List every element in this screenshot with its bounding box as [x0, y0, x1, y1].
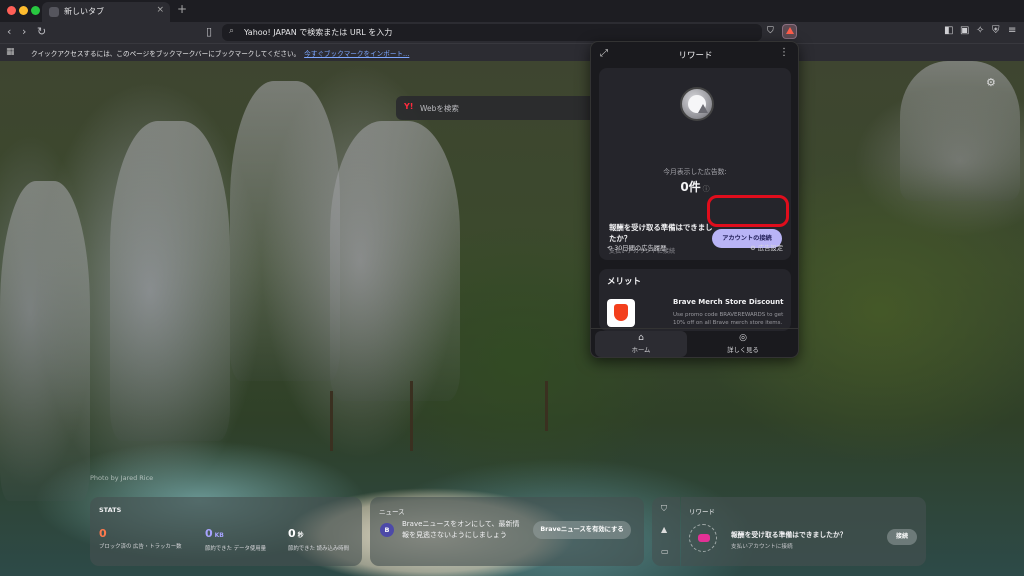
stat-saved-unit: KB: [214, 532, 224, 539]
ads-card-footer: ⟲ 30日間の広告履歴 ⚙ 広告設定: [599, 241, 791, 261]
news-promo-text: Braveニュースをオンにして、最新情報を見逃さないようにしましょう: [402, 520, 520, 539]
toolbar: ‹ › ↻ ▯ ⌕ Yahoo! JAPAN で検索または URL を入力: [0, 22, 1024, 43]
vpn-icon[interactable]: ⛨: [992, 25, 1000, 36]
ad-settings-label: 広告設定: [757, 245, 783, 252]
rewards-widget-title: リワード: [689, 508, 715, 516]
stat-saved-label: 節約できた データ使用量: [205, 546, 267, 552]
palm-tree-shape: [330, 391, 333, 451]
nav-home-label: ホーム: [631, 347, 651, 354]
brave-shields-icon[interactable]: ⛉: [767, 26, 774, 36]
benefits-card: メリット Brave Merch Store Discount Use prom…: [599, 269, 791, 331]
info-icon[interactable]: ⓘ: [703, 185, 710, 193]
stat-saved-time: 0秒 節約できた 読み込み時間: [288, 527, 350, 553]
rewards-panel-nav: ⌂ ホーム ◎ 詳しく見る: [591, 328, 798, 358]
stat-time-label: 節約できた 読み込み時間: [288, 546, 350, 552]
ad-history-label: 30日間の広告履歴: [614, 245, 667, 252]
menu-icon[interactable]: ≡: [1008, 25, 1016, 36]
compass-icon: ◎: [739, 333, 747, 343]
brave-favicon-icon: [49, 7, 59, 17]
wallet-icon[interactable]: ▣: [960, 25, 969, 36]
web-search-box[interactable]: Y! Webを検索: [396, 96, 592, 120]
nav-home-tab[interactable]: ⌂ ホーム: [595, 331, 687, 357]
more-options-icon[interactable]: ⋮: [779, 47, 789, 58]
stats-widget: STATS 0 ブロック済の 広告・トラッカー数 0 KB 節約できた データ使用…: [90, 497, 362, 566]
back-icon[interactable]: ‹: [7, 25, 11, 39]
rewards-widget-text: 報酬を受け取る準備はできましたか？: [731, 531, 847, 539]
widget-switcher: ⛉ ▲ ▭: [652, 497, 680, 566]
cliff-shape: [900, 61, 1020, 201]
tab-strip: 新しいタブ × +: [0, 0, 1024, 22]
cliff-shape: [110, 121, 230, 441]
rewards-connect-button[interactable]: 接続: [887, 529, 917, 545]
news-title: ニュース: [379, 508, 405, 516]
web-search-placeholder: Webを検索: [420, 104, 459, 113]
leo-ai-icon[interactable]: ✧: [976, 25, 984, 36]
stat-blocked: 0 ブロック済の 広告・トラッカー数: [99, 527, 182, 551]
highlight-annotation: [707, 195, 789, 227]
stat-saved-data: 0 KB 節約できた データ使用量: [205, 527, 267, 553]
stats-title: STATS: [99, 506, 122, 514]
benefits-title: メリット: [607, 277, 642, 287]
merch-offer-description: Use promo code BRAVEREWARDS to get 10% o…: [673, 312, 784, 326]
enable-news-button[interactable]: Braveニュースを有効にする: [533, 521, 631, 539]
brave-news-badge-icon: B: [380, 523, 394, 537]
rewards-toolbar-button[interactable]: [782, 24, 797, 39]
stat-time-value: 0: [288, 527, 296, 540]
bookmark-icon[interactable]: ▯: [206, 25, 212, 39]
merch-offer-title[interactable]: Brave Merch Store Discount: [673, 298, 783, 306]
cliff-shape: [0, 181, 90, 501]
tab-close-icon[interactable]: ×: [156, 5, 164, 15]
stat-saved-value: 0: [205, 527, 213, 540]
ad-settings-link[interactable]: ⚙ 広告設定: [750, 243, 783, 252]
bat-logo-icon: [680, 87, 714, 121]
cliff-shape: [230, 81, 340, 381]
search-icon: ⌕: [229, 26, 235, 36]
minimize-window-button[interactable]: [19, 6, 28, 15]
nav-explore-label: 詳しく見る: [727, 347, 759, 354]
close-window-button[interactable]: [7, 6, 16, 15]
tab-title: 新しいタブ: [64, 7, 104, 16]
forward-icon[interactable]: ›: [22, 25, 26, 39]
rewards-widget-subtext: 支払いアカウントに接続: [731, 544, 793, 550]
ads-summary-card: 今月表示した広告数: 0件 ⓘ 報酬を受け取る準備はできましたか？ 支払いアカウン…: [599, 68, 791, 260]
stat-time-unit: 秒: [297, 532, 304, 539]
ads-count: 0件 ⓘ: [599, 178, 791, 195]
nav-explore-tab[interactable]: ◎ 詳しく見る: [697, 331, 789, 357]
stat-blocked-value: 0: [99, 527, 107, 540]
apps-grid-icon[interactable]: ▦: [6, 47, 15, 57]
news-widget: ニュース B Braveニュースをオンにして、最新情報を見逃さないようにしましょ…: [370, 497, 644, 566]
ads-count-value: 0件: [680, 180, 701, 194]
import-bookmarks-link[interactable]: 今すぐブックマークをインポート...: [304, 50, 409, 58]
bookmark-bar: ▦ クイックアクセスするには、このページをブックマークバーにブックマークしてくだ…: [0, 43, 1024, 61]
brave-lion-icon: [607, 299, 635, 327]
bookmark-hint-text: クイックアクセスするには、このページをブックマークバーにブックマークしてください…: [31, 50, 301, 58]
yahoo-logo-icon: Y!: [404, 102, 414, 111]
customize-gear-icon[interactable]: ⚙: [986, 76, 996, 89]
zoom-window-button[interactable]: [31, 6, 40, 15]
tab-new-tab[interactable]: 新しいタブ ×: [42, 2, 170, 22]
new-tab-button[interactable]: +: [177, 2, 187, 16]
palm-tree-shape: [545, 381, 548, 431]
palm-tree-shape: [410, 381, 413, 451]
reload-icon[interactable]: ↻: [37, 25, 46, 39]
rewards-orb-icon: [689, 524, 717, 552]
bookmark-hint: クイックアクセスするには、このページをブックマークバーにブックマークしてください…: [31, 48, 409, 58]
sidebar-icon[interactable]: ◧: [944, 25, 953, 36]
photo-credit[interactable]: Photo by Jared Rice: [90, 474, 153, 482]
address-bar[interactable]: ⌕ Yahoo! JAPAN で検索または URL を入力: [222, 24, 762, 41]
ads-label: 今月表示した広告数:: [663, 168, 727, 176]
cliff-shape: [330, 121, 460, 401]
rewards-panel-title: リワード: [678, 51, 713, 61]
stat-blocked-label: ブロック済の 広告・トラッカー数: [99, 544, 182, 550]
shield-rail-icon[interactable]: ⛉: [661, 504, 667, 514]
rewards-widget: リワード 報酬を受け取る準備はできましたか？ 支払いアカウントに接続 接続: [681, 497, 926, 566]
home-icon: ⌂: [638, 333, 644, 343]
address-placeholder: Yahoo! JAPAN で検索または URL を入力: [244, 28, 393, 37]
bat-triangle-icon: [785, 27, 794, 34]
bat-rail-icon[interactable]: ▲: [661, 525, 667, 534]
ad-history-link[interactable]: ⟲ 30日間の広告履歴: [607, 243, 666, 252]
video-rail-icon[interactable]: ▭: [661, 547, 669, 556]
